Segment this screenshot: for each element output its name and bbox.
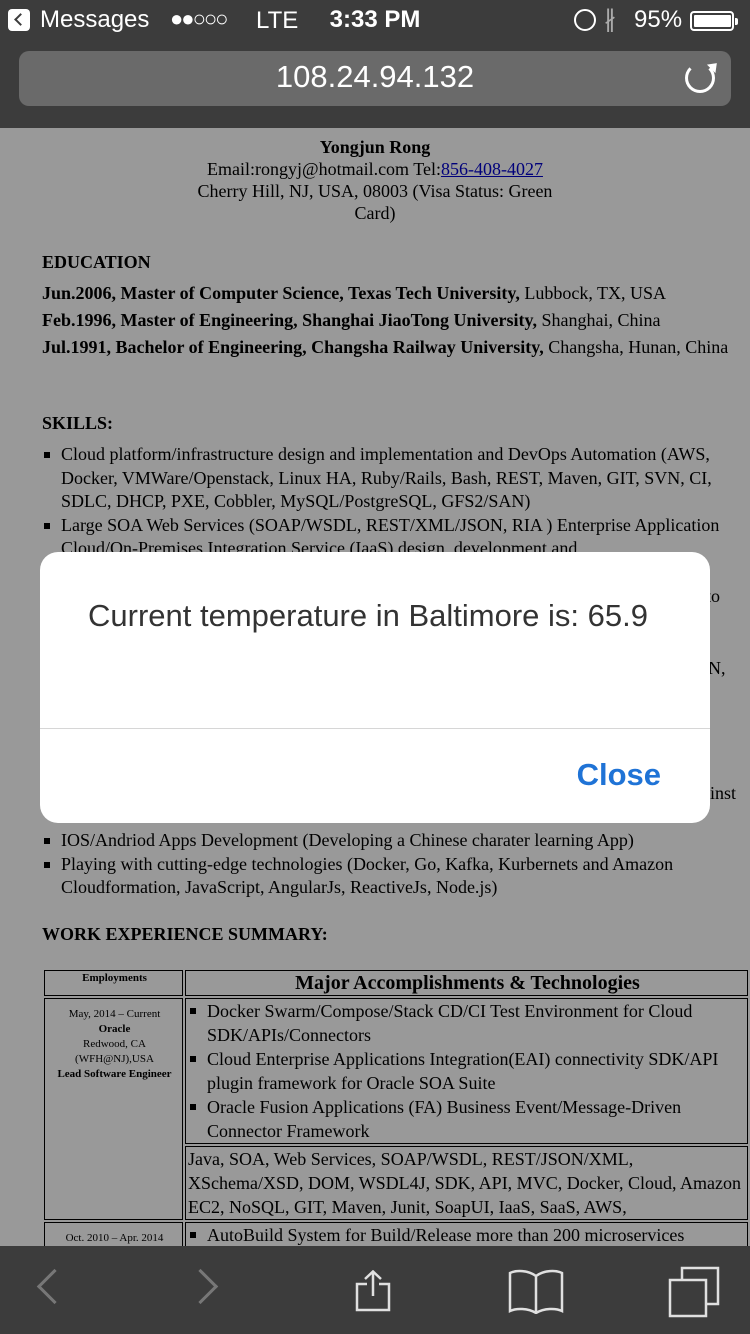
url-text[interactable]: 108.24.94.132: [19, 59, 731, 95]
bookmarks-icon[interactable]: [508, 1268, 564, 1314]
bluetooth-icon: ∦: [604, 6, 616, 33]
battery-percent: 95%: [634, 6, 683, 33]
status-bar: Messages ●●○○○ LTE 3:33 PM ∦ 95%: [0, 0, 750, 40]
tabs-icon[interactable]: [668, 1266, 720, 1318]
share-icon[interactable]: [355, 1270, 391, 1312]
browser-toolbar: [0, 1246, 750, 1334]
address-bar[interactable]: 108.24.94.132: [19, 51, 731, 106]
alert-dialog: Current temperature in Baltimore is: 65.…: [40, 552, 710, 823]
alert-divider: [40, 728, 710, 729]
browser-chrome: Messages ●●○○○ LTE 3:33 PM ∦ 95% 108.24.…: [0, 0, 750, 128]
back-icon[interactable]: [36, 1268, 73, 1305]
alert-message: Current temperature in Baltimore is: 65.…: [88, 598, 648, 633]
alarm-icon: [574, 9, 596, 31]
forward-icon[interactable]: [182, 1268, 219, 1305]
close-button[interactable]: Close: [577, 757, 661, 793]
battery-icon: [690, 11, 738, 31]
reload-icon[interactable]: [685, 63, 715, 93]
